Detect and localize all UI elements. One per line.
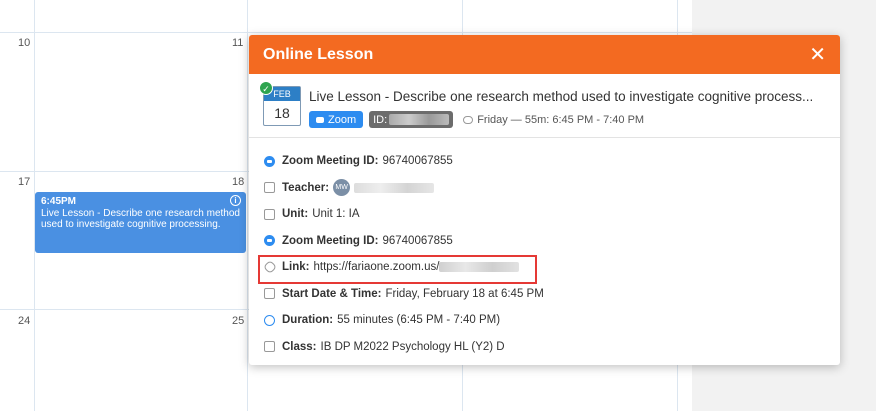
unit-label: Unit: — [282, 208, 309, 221]
zoom-icon — [264, 235, 275, 247]
class-label: Class: — [282, 340, 317, 353]
grid-line — [0, 32, 692, 33]
duration-value: 55 minutes (6:45 PM - 7:40 PM) — [337, 314, 501, 327]
event-time-text: Friday — 55m: 6:45 PM - 7:40 PM — [477, 113, 645, 126]
id-tag: ID: — [369, 111, 454, 128]
zoom-meeting-id-label: Zoom Meeting ID: — [282, 155, 379, 168]
unit-row: Unit: Unit 1: IA — [263, 201, 826, 228]
zoom-meeting-id-value: 96740067855 — [382, 155, 453, 168]
event-details: Zoom Meeting ID: 96740067855 Teacher: MW… — [249, 138, 840, 365]
unit-icon — [264, 208, 275, 220]
event-summary-title: Live Lesson - Describe one research meth… — [309, 89, 814, 104]
zoom-meeting-id-value: 96740067855 — [382, 234, 453, 247]
zoom-tag[interactable]: Zoom — [309, 111, 364, 128]
zoom-meeting-id-row: Zoom Meeting ID: 96740067855 — [263, 228, 826, 255]
class-icon — [264, 341, 275, 353]
check-icon: ✓ — [259, 81, 273, 95]
day-number[interactable]: 18 — [232, 176, 244, 188]
date-badge-day: 18 — [274, 105, 290, 121]
unit-value: Unit 1: IA — [312, 208, 360, 221]
teacher-label: Teacher: — [282, 181, 330, 194]
class-value: IB DP M2022 Psychology HL (Y2) D — [320, 340, 505, 353]
class-row: Class: IB DP M2022 Psychology HL (Y2) D — [263, 334, 826, 361]
start-label: Start Date & Time: — [282, 287, 382, 300]
event-title: Live Lesson - Describe one research meth… — [41, 207, 240, 231]
close-icon[interactable]: ✕ — [809, 45, 826, 65]
teacher-row: Teacher: MW — [263, 175, 826, 202]
event-time: 6:45PM — [41, 196, 77, 207]
duration-label: Duration: — [282, 314, 334, 327]
duration-row: Duration: 55 minutes (6:45 PM - 7:40 PM) — [263, 307, 826, 334]
event-tags: Zoom ID: Friday — 55m: 6:45 PM - 7:40 PM — [309, 111, 644, 128]
calendar-icon — [264, 288, 275, 300]
clock-icon — [264, 314, 275, 326]
zoom-icon — [264, 155, 275, 167]
redacted-id — [389, 114, 450, 125]
teacher-icon — [264, 182, 275, 194]
link-row: Link: https://fariaone.zoom.us/ — [258, 254, 826, 284]
day-number[interactable]: 24 — [18, 315, 30, 327]
day-number[interactable]: 17 — [18, 176, 30, 188]
video-icon — [316, 116, 324, 123]
id-tag-label: ID: — [373, 113, 388, 126]
redacted-teacher-name — [354, 182, 435, 193]
avatar[interactable]: MW — [333, 179, 351, 197]
chat-icon — [463, 115, 474, 124]
popup-header: Online Lesson ✕ — [249, 35, 840, 74]
day-number[interactable]: 11 — [232, 37, 243, 49]
start-row: Start Date & Time: Friday, February 18 a… — [263, 281, 826, 308]
start-value: Friday, February 18 at 6:45 PM — [385, 287, 544, 300]
highlight-box — [258, 255, 537, 284]
info-icon[interactable]: i — [230, 195, 241, 206]
popup-title: Online Lesson — [263, 45, 374, 63]
day-number[interactable]: 10 — [18, 37, 30, 49]
zoom-meeting-id-label: Zoom Meeting ID: — [282, 234, 379, 247]
day-number[interactable]: 25 — [232, 315, 244, 327]
event-popup: Online Lesson ✕ FEB 18 ✓ Live Lesson - D… — [249, 35, 840, 365]
grid-line — [247, 0, 248, 411]
zoom-meeting-id-row: Zoom Meeting ID: 96740067855 — [263, 148, 826, 175]
calendar-event[interactable]: 6:45PM Live Lesson - Describe one resear… — [35, 192, 246, 253]
event-time-summary: Friday — 55m: 6:45 PM - 7:40 PM — [463, 114, 644, 126]
event-summary: FEB 18 ✓ Live Lesson - Describe one rese… — [249, 74, 840, 138]
zoom-tag-label: Zoom — [328, 113, 357, 126]
